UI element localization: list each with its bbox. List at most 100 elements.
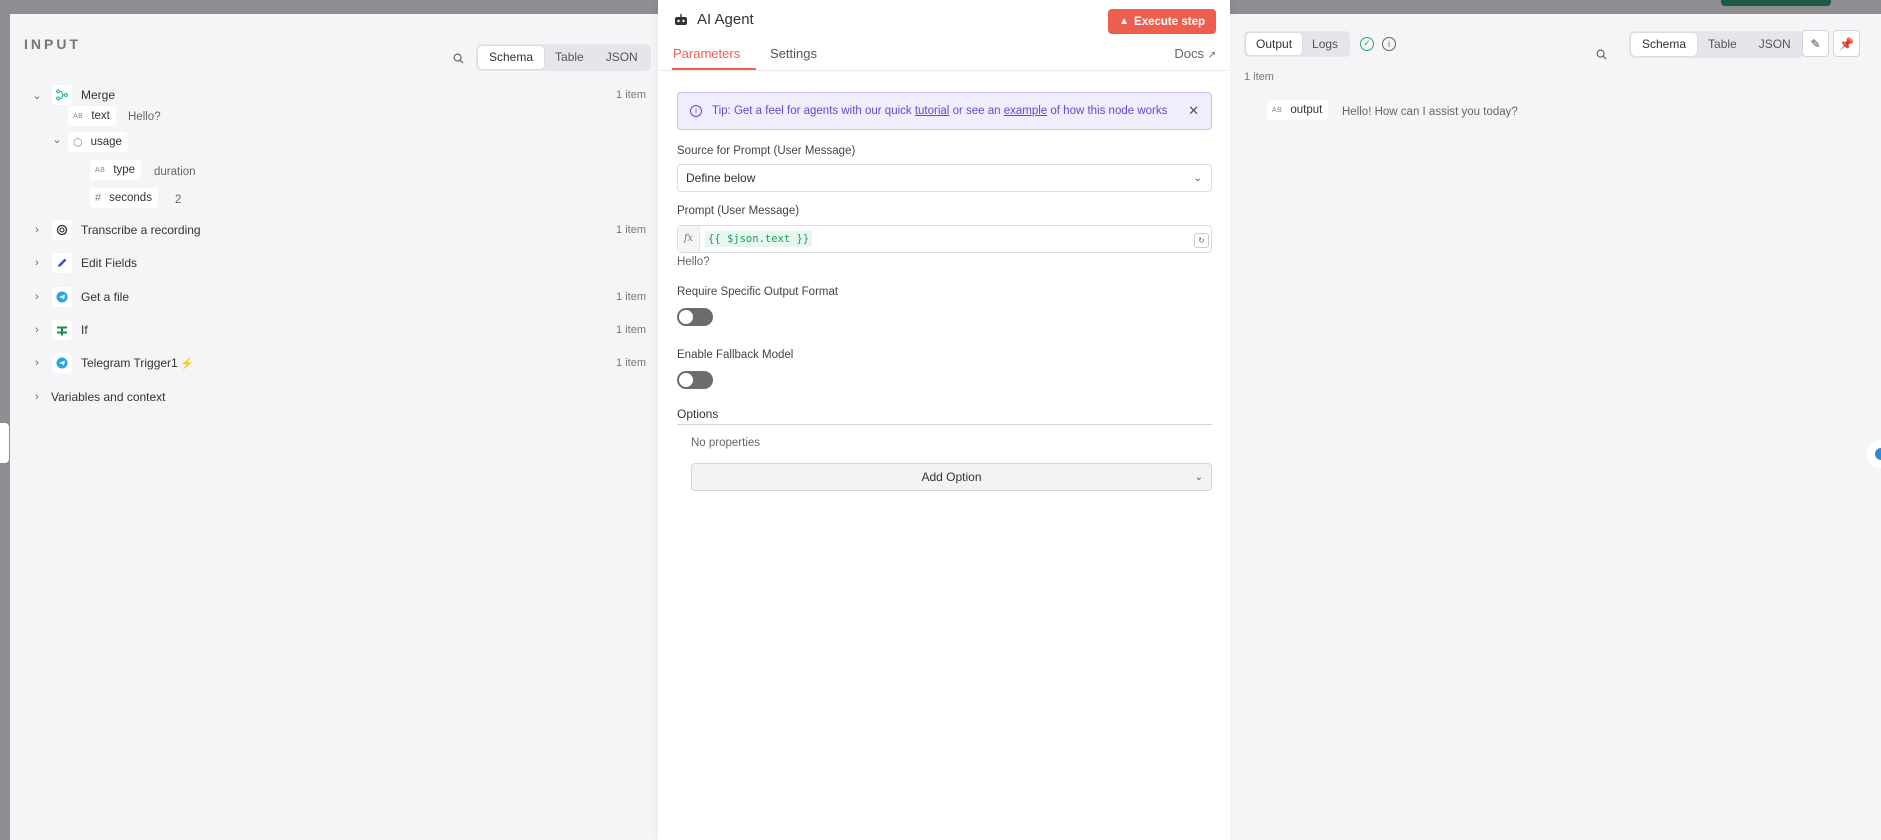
field-pill-type[interactable]: AB type xyxy=(90,160,142,180)
no-properties-text: No properties xyxy=(691,437,761,449)
tab-parameters[interactable]: Parameters xyxy=(673,46,740,61)
field-key: output xyxy=(1290,104,1323,116)
node-name-get-file: Get a file xyxy=(81,290,130,304)
prompt-expression-input[interactable]: fx {{ $json.text }} ↻ xyxy=(677,225,1212,253)
node-item-count: 1 item xyxy=(616,324,646,336)
merge-icon xyxy=(52,85,72,105)
robot-icon xyxy=(675,13,687,25)
chevron-right-icon[interactable]: › xyxy=(30,291,44,303)
tutorial-link[interactable]: tutorial xyxy=(915,105,950,117)
field-value: 2 xyxy=(175,194,182,206)
tab-output[interactable]: Output xyxy=(1246,33,1303,55)
tree-node-get-file[interactable]: › Get a file 1 item xyxy=(10,286,658,308)
chevron-right-icon[interactable]: › xyxy=(30,391,44,403)
string-type-icon: AB xyxy=(95,166,106,174)
tip-text: Tip: Get a feel for agents with our quic… xyxy=(712,105,1168,117)
node-item-count: 1 item xyxy=(616,291,646,303)
variables-label: Variables and context xyxy=(51,390,166,404)
output-tab-schema[interactable]: Schema xyxy=(1631,33,1698,56)
chevron-down-icon: ⌄ xyxy=(1193,172,1202,184)
chevron-right-icon[interactable]: › xyxy=(30,324,44,336)
pin-data-button[interactable]: 📌 xyxy=(1833,30,1860,57)
prompt-preview: Hello? xyxy=(677,256,710,268)
input-tab-json[interactable]: JSON xyxy=(595,46,649,69)
tree-node-edit-fields[interactable]: › Edit Fields xyxy=(10,252,658,274)
output-format-label: Require Specific Output Format xyxy=(677,286,839,298)
field-pill-usage[interactable]: ⬡ usage xyxy=(68,132,128,152)
input-tab-schema[interactable]: Schema xyxy=(478,46,545,69)
example-link[interactable]: example xyxy=(1004,105,1047,117)
tree-node-transcribe[interactable]: › Transcribe a recording 1 item xyxy=(10,219,658,241)
pencil-icon xyxy=(52,253,72,273)
info-icon[interactable]: i xyxy=(1382,37,1396,51)
chevron-down-icon[interactable]: ⌄ xyxy=(50,133,64,146)
add-option-button[interactable]: Add Option ⌄ xyxy=(691,463,1212,491)
tree-node-telegram-trigger[interactable]: › Telegram Trigger1 ⚡ 1 item xyxy=(10,352,658,374)
input-view-switcher: Schema Table JSON xyxy=(476,44,651,71)
output-tab-table[interactable]: Table xyxy=(1697,33,1748,56)
chevron-right-icon[interactable]: › xyxy=(30,357,44,369)
field-pill-text[interactable]: AB text xyxy=(68,106,116,126)
node-tabs: Parameters Settings Docs ↗ xyxy=(658,44,1230,70)
telegram-icon xyxy=(52,353,72,373)
search-icon[interactable] xyxy=(447,47,469,69)
close-icon[interactable]: ✕ xyxy=(1188,103,1199,119)
field-pill-output[interactable]: AB output xyxy=(1267,100,1329,120)
options-title: Options xyxy=(677,407,719,421)
output-tab-json[interactable]: JSON xyxy=(1748,33,1802,56)
node-name-transcribe: Transcribe a recording xyxy=(81,223,201,237)
tree-node-variables[interactable]: › Variables and context xyxy=(10,386,658,408)
output-view-switcher: Schema Table JSON xyxy=(1629,31,1804,58)
docs-link[interactable]: Docs ↗ xyxy=(1174,46,1216,61)
tree-node-merge[interactable]: ⌄ Merge 1 item xyxy=(10,84,658,106)
field-pill-seconds[interactable]: # seconds xyxy=(90,188,158,208)
chevron-down-icon: ⌄ xyxy=(1194,471,1203,483)
field-value: Hello? xyxy=(128,111,161,123)
node-title-text: AI Agent xyxy=(697,11,754,28)
node-item-count: 1 item xyxy=(616,357,646,369)
tip-callout: i Tip: Get a feel for agents with our qu… xyxy=(677,92,1212,130)
node-item-count: 1 item xyxy=(616,89,646,101)
if-branch-icon xyxy=(52,320,72,340)
edit-output-button[interactable]: ✎ xyxy=(1802,30,1829,57)
docs-label: Docs xyxy=(1174,46,1204,61)
node-name-telegram-trigger: Telegram Trigger1 xyxy=(81,356,178,370)
field-key: usage xyxy=(90,136,122,148)
tab-settings[interactable]: Settings xyxy=(770,46,817,61)
chevron-right-icon[interactable]: › xyxy=(30,257,44,269)
source-prompt-value: Define below xyxy=(686,171,756,185)
source-prompt-label: Source for Prompt (User Message) xyxy=(677,145,856,157)
fallback-model-label: Enable Fallback Model xyxy=(677,349,794,361)
execute-step-button[interactable]: ▲ Execute step xyxy=(1108,9,1216,34)
fallback-model-toggle[interactable] xyxy=(677,371,713,389)
output-item-count: 1 item xyxy=(1244,71,1274,83)
expand-editor-icon[interactable]: ↻ xyxy=(1194,233,1209,248)
fx-icon: fx xyxy=(678,226,700,252)
chevron-down-icon[interactable]: ⌄ xyxy=(30,89,44,102)
output-format-toggle[interactable] xyxy=(677,308,713,326)
input-tab-table[interactable]: Table xyxy=(544,46,595,69)
node-name-if: If xyxy=(81,323,88,337)
tree-node-if[interactable]: › If 1 item xyxy=(10,319,658,341)
node-name-edit-fields: Edit Fields xyxy=(81,256,138,270)
search-icon[interactable] xyxy=(1590,43,1612,65)
string-type-icon: AB xyxy=(1272,106,1283,114)
pin-icon: 📌 xyxy=(1839,36,1854,51)
node-title: AI Agent xyxy=(674,11,754,28)
canvas-header-button xyxy=(1721,0,1831,6)
trigger-bolt-icon: ⚡ xyxy=(180,357,194,370)
info-icon: i xyxy=(690,105,702,117)
right-panel-handle[interactable] xyxy=(1867,440,1881,468)
input-panel: INPUT Schema Table JSON ⌄ Merge 1 item A… xyxy=(10,14,658,840)
input-panel-title: INPUT xyxy=(24,36,81,52)
source-prompt-select[interactable]: Define below ⌄ xyxy=(677,164,1212,192)
tabs-divider xyxy=(658,70,1230,71)
left-panel-handle[interactable] xyxy=(0,423,9,463)
execute-step-label: Execute step xyxy=(1134,15,1205,28)
object-type-icon: ⬡ xyxy=(73,136,83,149)
field-key: type xyxy=(113,164,136,176)
tab-logs[interactable]: Logs xyxy=(1302,33,1348,55)
drag-handle-icon xyxy=(1875,448,1881,460)
external-link-icon: ↗ xyxy=(1207,50,1216,61)
chevron-right-icon[interactable]: › xyxy=(30,224,44,236)
